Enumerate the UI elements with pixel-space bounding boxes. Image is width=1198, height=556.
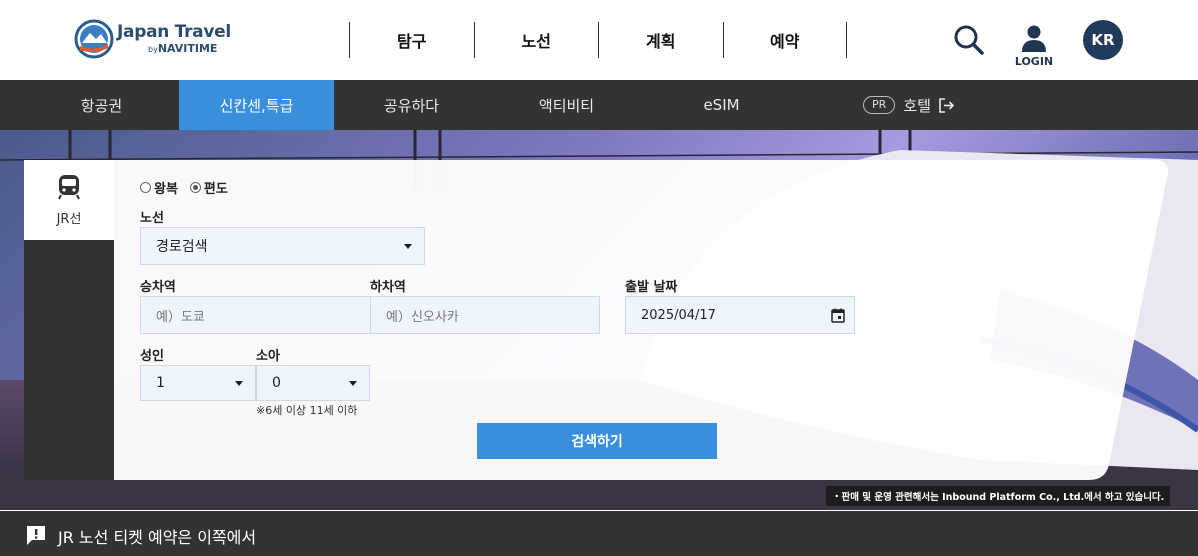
radio-round-trip[interactable]: 왕복 — [140, 178, 178, 197]
main-nav: 탐구 노선 계획 예약 — [349, 22, 847, 58]
nav-routes[interactable]: 노선 — [473, 22, 599, 58]
tab-flights[interactable]: 항공권 — [24, 80, 179, 130]
language-button[interactable]: KR — [1083, 20, 1123, 60]
adults-select[interactable]: 1 — [140, 365, 256, 401]
jr-ticket-notice-bar[interactable]: JR 노선 티켓 예약은 이쪽에서 — [0, 511, 1198, 556]
child-age-note: ※6세 이상 11세 이하 — [256, 404, 358, 417]
tab-share[interactable]: 공유하다 — [334, 80, 489, 130]
alert-message-icon — [27, 526, 45, 545]
search-submit-button[interactable]: 검색하기 — [477, 423, 717, 459]
calendar-icon[interactable] — [831, 308, 845, 323]
logo-mark-icon — [74, 19, 114, 59]
radio-one-way[interactable]: 편도 — [189, 178, 228, 197]
logo[interactable]: Japan Travel byNAVITIME — [74, 19, 234, 61]
adults-label: 성인 — [140, 349, 164, 364]
tab-shinkansen[interactable]: 신칸센,특급 — [179, 80, 334, 130]
login-label: LOGIN — [1014, 55, 1054, 68]
children-label: 소아 — [256, 349, 280, 364]
tab-hotel-label: 호텔 — [903, 96, 931, 115]
login-button[interactable]: LOGIN — [1012, 25, 1056, 73]
transport-tabs: JR선 — [24, 160, 114, 480]
nav-explore[interactable]: 탐구 — [349, 22, 474, 58]
departure-date-input[interactable]: 2025/04/17 — [625, 296, 855, 334]
logo-title: Japan Travel — [117, 22, 231, 42]
route-select[interactable]: 경로검색 — [140, 227, 425, 265]
search-button[interactable] — [953, 24, 985, 56]
departure-label: 승차역 — [140, 280, 176, 295]
tab-activities[interactable]: 액티비티 — [489, 80, 644, 130]
departure-station-input[interactable]: 예）도쿄 — [140, 296, 371, 334]
children-select[interactable]: 0 — [256, 365, 370, 401]
category-nav: 항공권 신칸센,특급 공유하다 액티비티 eSIM PR 호텔 — [0, 80, 1198, 130]
pr-badge: PR — [863, 96, 896, 114]
chevron-down-icon — [235, 381, 243, 386]
trip-type-group: 왕복 편도 — [140, 178, 228, 197]
chevron-down-icon — [404, 244, 412, 249]
route-label: 노선 — [140, 211, 164, 226]
tab-jr-line[interactable]: JR선 — [24, 160, 114, 240]
departure-date-label: 출발 날짜 — [625, 280, 678, 295]
logo-subtitle: byNAVITIME — [148, 42, 218, 55]
arrival-label: 하차역 — [370, 280, 406, 295]
tab-esim[interactable]: eSIM — [644, 80, 799, 130]
train-icon — [58, 175, 80, 200]
site-header: Japan Travel byNAVITIME 탐구 노선 계획 예약 LOGI… — [0, 0, 1198, 80]
nav-plan[interactable]: 계획 — [598, 22, 723, 58]
notice-text: JR 노선 티켓 예약은 이쪽에서 — [58, 528, 257, 547]
tab-jr-line-label: JR선 — [56, 212, 82, 227]
external-link-icon — [939, 97, 955, 113]
nav-booking[interactable]: 예약 — [722, 22, 847, 58]
tab-hotel[interactable]: PR 호텔 — [799, 80, 1019, 130]
arrival-station-input[interactable]: 예）신오사카 — [370, 296, 600, 334]
search-icon — [954, 25, 984, 55]
user-icon — [1022, 25, 1046, 52]
chevron-down-icon — [349, 381, 357, 386]
operator-disclaimer: ・판매 및 운영 관련해서는 Inbound Platform Co., Ltd… — [826, 486, 1171, 506]
